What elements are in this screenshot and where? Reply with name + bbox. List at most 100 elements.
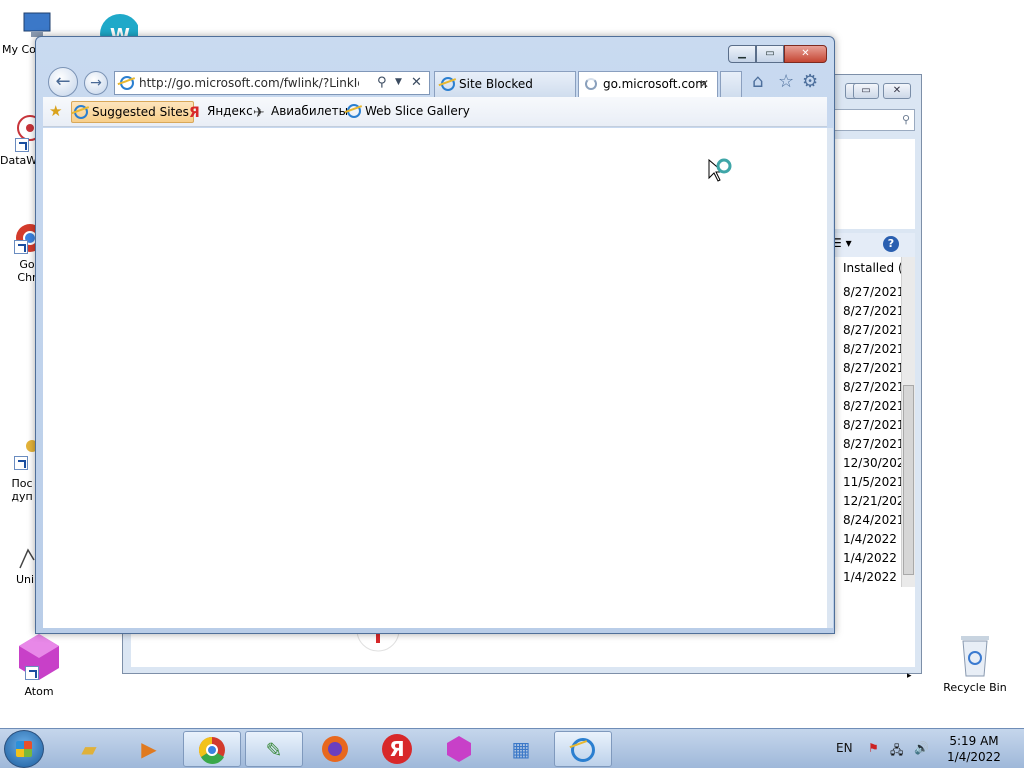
taskbar-chrome[interactable] <box>183 731 241 767</box>
list-item[interactable]: 8/27/2021 <box>843 359 905 378</box>
desktop-icon-label: Uni <box>16 573 35 586</box>
scrollbar-thumb[interactable] <box>903 385 914 575</box>
fav-yandex[interactable]: Я Яндекс <box>187 101 253 123</box>
chrome-icon <box>0 216 44 262</box>
firefox-icon <box>322 736 348 762</box>
address-input[interactable] <box>139 75 359 91</box>
list-item[interactable]: 8/24/2021 <box>843 511 905 530</box>
tab-site-blocked[interactable]: Site Blocked <box>434 71 576 97</box>
fav-web-slice-gallery[interactable]: Web Slice Gallery <box>345 101 470 123</box>
ie-page-icon <box>441 77 455 91</box>
taskbar-media-player[interactable]: ▶ <box>120 731 178 767</box>
taskbar: ▰ ▶ ✎ Я ▦ EN ⚑ 🖧 🔊 5:19 AM 1/4/2022 <box>0 728 1024 768</box>
list-item[interactable]: 8/27/2021 <box>843 340 905 359</box>
busy-cursor-icon <box>708 158 732 182</box>
unity-icon <box>0 540 40 570</box>
fav-aviabilety[interactable]: ✈ Авиабилеты <box>251 101 348 123</box>
desktop-icon-recycle-bin[interactable]: Recycle Bin <box>940 632 1010 694</box>
address-bar[interactable]: ⚲ ▼ ✕ <box>114 71 430 95</box>
forward-button[interactable]: → <box>84 71 108 95</box>
installed-dates: 8/27/2021 8/27/2021 8/27/2021 8/27/2021 … <box>843 283 905 587</box>
list-item[interactable]: 8/27/2021 <box>843 435 905 454</box>
bg-search-input[interactable]: s ⚲ <box>823 109 915 131</box>
minimize-button[interactable]: ▁ <box>728 45 756 63</box>
list-item[interactable]: 11/5/2021 <box>843 473 905 492</box>
desktop-icon-pos[interactable]: Пос дуп <box>0 434 40 503</box>
taskbar-internet-explorer[interactable] <box>554 731 612 767</box>
desktop-icon-uni[interactable]: Uni <box>0 540 40 586</box>
airplane-icon: ✈ <box>253 105 265 121</box>
control-panel-icon: ▦ <box>511 737 531 761</box>
fav-suggested-sites[interactable]: Suggested Sites <box>71 101 194 123</box>
bg-program-list[interactable]: Installed ( 8/27/2021 8/27/2021 8/27/202… <box>829 257 915 681</box>
tab-go-microsoft[interactable]: go.microsoft.com ✕ <box>578 71 718 97</box>
arrow-right-icon: → <box>90 75 102 91</box>
list-item[interactable]: 8/27/2021 <box>843 321 905 340</box>
list-item[interactable]: 1/4/2022 <box>843 549 905 568</box>
page-content[interactable] <box>43 128 827 628</box>
action-center-icon[interactable]: ⚑ <box>868 741 879 755</box>
media-player-icon: ▶ <box>141 737 157 761</box>
desktop-icon-label: Recycle Bin <box>943 681 1007 694</box>
list-item[interactable]: 12/21/202 <box>843 492 905 511</box>
window-frame-edge <box>827 128 833 628</box>
shortcut-arrow-icon <box>15 138 29 152</box>
bg-toolbar: ☰ ▾ ? <box>829 233 915 257</box>
shortcut-arrow-icon <box>25 666 39 680</box>
language-indicator[interactable]: EN <box>836 741 853 755</box>
list-item[interactable]: 8/27/2021 <box>843 283 905 302</box>
shortcut-arrow-icon <box>14 240 28 254</box>
atom-icon <box>447 736 471 762</box>
close-button[interactable]: ✕ <box>784 45 827 63</box>
clock-date: 1/4/2022 <box>947 750 1001 764</box>
bg-vertical-scrollbar[interactable] <box>901 257 915 587</box>
taskbar-yandex[interactable]: Я <box>368 731 426 767</box>
ie-page-icon <box>74 105 88 119</box>
arrow-left-icon: ← <box>55 71 71 92</box>
back-button[interactable]: ← <box>48 67 78 97</box>
recycle-bin-icon <box>957 632 993 678</box>
ie-icon <box>571 738 595 762</box>
taskbar-explorer[interactable]: ▰ <box>60 731 118 767</box>
taskbar-firefox[interactable] <box>306 731 364 767</box>
favorites-star-icon[interactable]: ☆ <box>778 71 794 92</box>
tab-label: go.microsoft.com <box>603 77 707 91</box>
stop-icon[interactable]: ✕ <box>411 75 422 90</box>
ie-page-icon <box>120 76 134 90</box>
close-tab-icon[interactable]: ✕ <box>699 72 709 96</box>
volume-icon[interactable]: 🔊 <box>914 741 929 755</box>
search-icon[interactable]: ⚲ <box>377 75 387 90</box>
list-item[interactable]: 1/4/2022 <box>843 568 905 587</box>
start-button[interactable] <box>4 730 44 768</box>
dropdown-arrow-icon[interactable]: ▼ <box>395 77 402 87</box>
list-item[interactable]: 8/27/2021 <box>843 302 905 321</box>
taskbar-atom[interactable] <box>430 731 488 767</box>
yandex-icon: Я <box>189 105 200 121</box>
list-item[interactable]: 8/27/2021 <box>843 416 905 435</box>
list-item[interactable]: 8/27/2021 <box>843 397 905 416</box>
desktop-icon-label: Пос дуп <box>11 477 33 503</box>
bg-close-button[interactable]: ✕ <box>883 83 911 99</box>
network-icon[interactable]: 🖧 <box>890 741 903 762</box>
browser-window[interactable]: ▁ ▭ ✕ ← → ⚲ ▼ ✕ Site Blocked go.microsof… <box>35 36 835 634</box>
taskbar-control-panel[interactable]: ▦ <box>492 731 550 767</box>
desktop-icon-atom[interactable]: Atom <box>4 632 74 698</box>
gear-icon[interactable]: ⚙ <box>802 71 818 92</box>
column-header-installed[interactable]: Installed ( <box>843 261 903 275</box>
new-tab-button[interactable] <box>720 71 742 97</box>
add-favorite-icon[interactable]: ★ <box>49 102 62 120</box>
help-icon[interactable]: ? <box>883 236 899 252</box>
desktop-icon-chrome[interactable]: Go Chr <box>0 216 44 284</box>
ie-page-icon <box>347 104 361 118</box>
list-item[interactable]: 1/4/2022 <box>843 530 905 549</box>
list-item[interactable]: 12/30/202 <box>843 454 905 473</box>
bg-details-pane <box>829 139 915 229</box>
home-icon[interactable]: ⌂ <box>752 71 763 92</box>
list-item[interactable]: 8/27/2021 <box>843 378 905 397</box>
maximize-button[interactable]: ▭ <box>756 45 784 63</box>
magnifier-icon: ⚲ <box>901 113 910 126</box>
taskbar-notepad[interactable]: ✎ <box>245 731 303 767</box>
scroll-right-icon[interactable]: ▸ <box>907 671 912 681</box>
bg-maximize-button[interactable]: ▭ <box>853 83 879 99</box>
system-clock[interactable]: 5:19 AM 1/4/2022 <box>940 733 1008 765</box>
